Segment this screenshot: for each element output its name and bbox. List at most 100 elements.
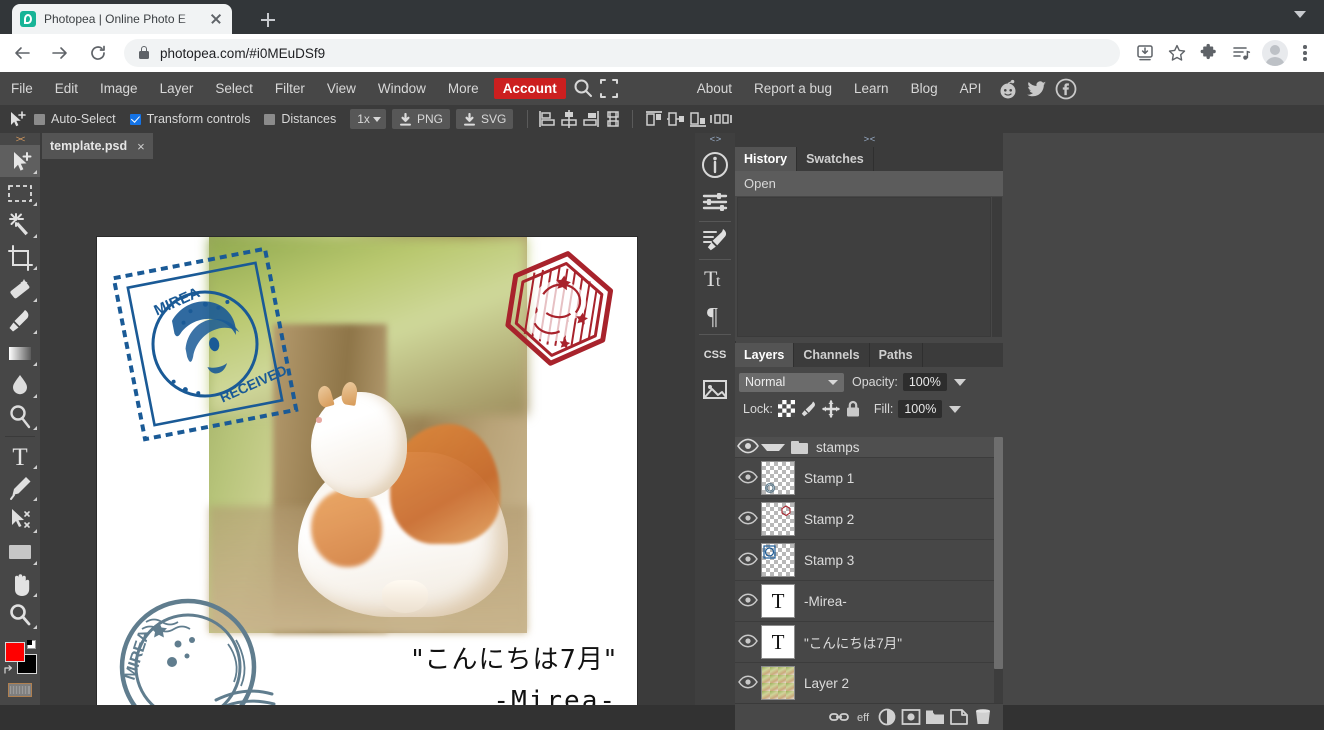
search-icon[interactable] xyxy=(570,72,596,105)
eye-icon[interactable] xyxy=(735,591,761,611)
eye-icon[interactable] xyxy=(735,509,761,529)
layer-row-japanese-text[interactable]: T "こんにちは7月" xyxy=(735,622,1003,663)
hand-tool[interactable] xyxy=(0,568,40,600)
foreground-color-swatch[interactable] xyxy=(5,642,25,662)
eye-icon[interactable] xyxy=(735,673,761,693)
path-select-tool[interactable] xyxy=(0,504,40,536)
tools-panel-grip[interactable]: >< xyxy=(0,133,40,145)
link-api[interactable]: API xyxy=(949,72,993,105)
blend-mode-select[interactable]: Normal xyxy=(739,372,844,392)
menu-select[interactable]: Select xyxy=(204,72,264,105)
swap-colors-icon[interactable] xyxy=(3,664,15,676)
link-about[interactable]: About xyxy=(686,72,743,105)
forward-arrow-icon[interactable] xyxy=(44,37,76,69)
link-layers-icon[interactable] xyxy=(827,704,851,730)
align-center-horizontal-icon[interactable] xyxy=(558,105,580,133)
canvas-area[interactable]: MIREA RECEIVED MIREA "こんにちは7月" -Mirea- xyxy=(40,159,695,705)
eye-icon[interactable] xyxy=(735,437,761,457)
fill-dropdown-arrow[interactable] xyxy=(949,405,962,413)
close-icon[interactable]: × xyxy=(137,139,145,154)
history-item-open[interactable]: Open xyxy=(735,171,1003,196)
layer-row-stamp-3[interactable]: Stamp 3 xyxy=(735,540,1003,581)
layer-effects-icon[interactable]: eff xyxy=(851,704,875,730)
address-bar[interactable]: photopea.com/#i0MEuDSf9 xyxy=(124,39,1120,67)
new-layer-icon[interactable] xyxy=(947,704,971,730)
tab-layers[interactable]: Layers xyxy=(735,343,795,367)
info-icon[interactable] xyxy=(695,147,735,184)
layer-list-scrollbar[interactable] xyxy=(994,437,1003,704)
gradient-tool[interactable] xyxy=(0,337,40,369)
reddit-icon[interactable] xyxy=(995,76,1021,102)
blur-tool[interactable] xyxy=(0,369,40,401)
adjustments-icon[interactable] xyxy=(695,184,735,221)
menu-edit[interactable]: Edit xyxy=(44,72,89,105)
eye-icon[interactable] xyxy=(735,468,761,488)
tab-history[interactable]: History xyxy=(735,147,798,171)
extensions-puzzle-icon[interactable] xyxy=(1194,38,1224,68)
rail-grip[interactable]: < > xyxy=(695,133,735,147)
move-tool[interactable] xyxy=(0,145,40,177)
tab-swatches[interactable]: Swatches xyxy=(797,147,874,171)
zoom-tool[interactable] xyxy=(0,600,40,632)
chevron-down-icon[interactable] xyxy=(1294,11,1306,18)
link-blog[interactable]: Blog xyxy=(900,72,949,105)
distribute-horizontal-icon[interactable] xyxy=(707,105,733,133)
layer-row-stamp-1[interactable]: Stamp 1 xyxy=(735,458,1003,499)
scrollbar-thumb[interactable] xyxy=(994,437,1003,669)
opacity-input[interactable]: 100% xyxy=(902,373,947,391)
lock-image-pixels-icon[interactable] xyxy=(800,400,820,418)
image-icon[interactable] xyxy=(695,372,735,409)
reload-icon[interactable] xyxy=(82,37,114,69)
auto-select-checkbox[interactable]: Auto-Select xyxy=(34,112,116,126)
magic-wand-tool[interactable] xyxy=(0,209,40,241)
character-icon[interactable]: Tt xyxy=(695,260,735,297)
new-tab-button[interactable] xyxy=(256,8,280,32)
default-colors-icon[interactable] xyxy=(27,640,36,649)
lock-all-icon[interactable] xyxy=(844,400,864,418)
link-report-a-bug[interactable]: Report a bug xyxy=(743,72,843,105)
spot-healing-tool[interactable] xyxy=(0,273,40,305)
layer-row-layer-2[interactable]: Layer 2 xyxy=(735,663,1003,704)
menu-file[interactable]: File xyxy=(0,72,44,105)
align-distribute-icon[interactable] xyxy=(602,105,624,133)
paragraph-icon[interactable]: ¶ xyxy=(695,297,735,334)
reading-list-icon[interactable] xyxy=(1226,38,1256,68)
document-canvas[interactable]: MIREA RECEIVED MIREA "こんにちは7月" -Mirea- xyxy=(97,237,637,705)
menu-more[interactable]: More xyxy=(437,72,490,105)
bookmark-star-icon[interactable] xyxy=(1162,38,1192,68)
account-button[interactable]: Account xyxy=(493,78,566,99)
align-bottom-icon[interactable] xyxy=(685,105,707,133)
document-tab-template-psd[interactable]: template.psd × xyxy=(42,133,153,159)
align-top-icon[interactable] xyxy=(641,105,663,133)
lock-transparent-pixels-icon[interactable] xyxy=(777,400,798,418)
move-tool-icon[interactable] xyxy=(0,105,34,133)
eye-icon[interactable] xyxy=(735,632,761,652)
adjustment-layer-icon[interactable] xyxy=(875,704,899,730)
top-panel-grip[interactable]: > < xyxy=(735,133,1003,147)
fill-input[interactable]: 100% xyxy=(898,400,943,418)
pen-tool[interactable] xyxy=(0,472,40,504)
history-list[interactable]: Open xyxy=(735,171,1003,341)
profile-avatar[interactable] xyxy=(1262,40,1288,66)
eye-icon[interactable] xyxy=(735,550,761,570)
menu-window[interactable]: Window xyxy=(367,72,437,105)
link-learn[interactable]: Learn xyxy=(843,72,900,105)
align-right-icon[interactable] xyxy=(580,105,602,133)
export-svg-button[interactable]: SVG xyxy=(455,109,514,129)
menu-view[interactable]: View xyxy=(316,72,367,105)
new-group-icon[interactable] xyxy=(923,704,947,730)
zoom-level-select[interactable]: 1x xyxy=(350,109,386,129)
delete-layer-icon[interactable] xyxy=(971,704,995,730)
tab-paths[interactable]: Paths xyxy=(869,343,923,367)
layer-list[interactable]: stamps Stamp 1 Stamp 2 Stamp 3 T -Mirea-… xyxy=(735,437,1003,704)
chrome-menu-kebab[interactable] xyxy=(1292,39,1318,67)
align-left-icon[interactable] xyxy=(536,105,558,133)
layer-row-stamp-2[interactable]: Stamp 2 xyxy=(735,499,1003,540)
rectangular-marquee-tool[interactable] xyxy=(0,177,40,209)
chevron-down-icon[interactable] xyxy=(761,443,785,451)
menu-filter[interactable]: Filter xyxy=(264,72,316,105)
layer-mask-icon[interactable] xyxy=(899,704,923,730)
brush-tool[interactable] xyxy=(0,305,40,337)
export-png-button[interactable]: PNG xyxy=(391,109,450,129)
transform-controls-checkbox[interactable]: Transform controls xyxy=(129,112,250,126)
